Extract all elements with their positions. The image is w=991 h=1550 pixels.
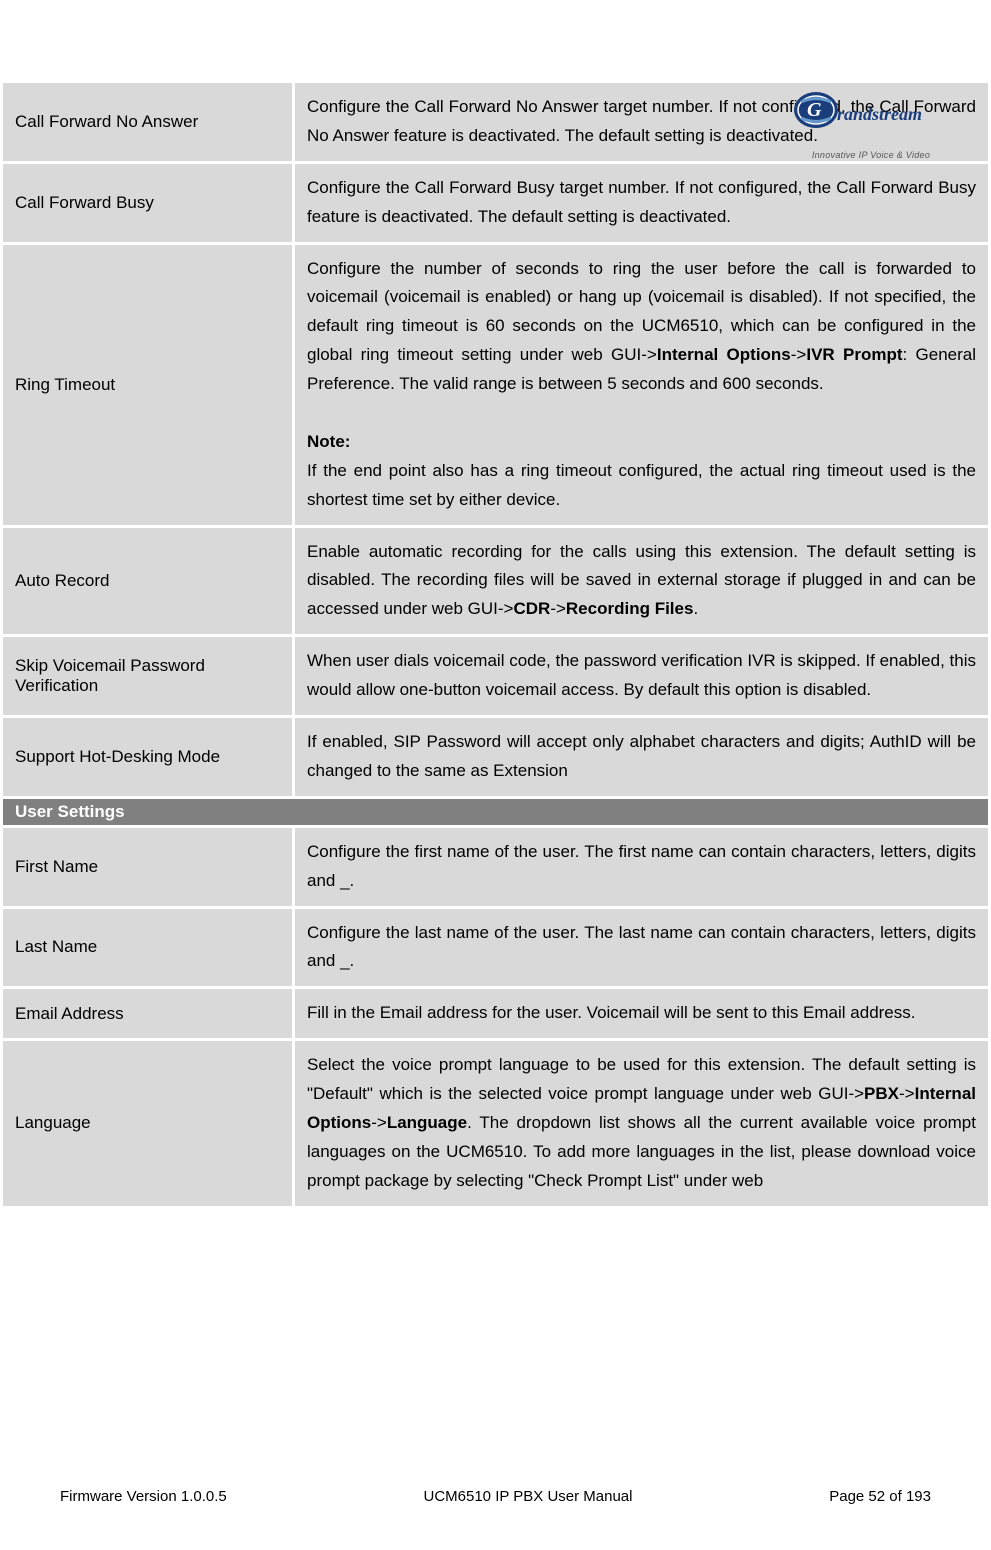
setting-label: Skip Voicemail Password Verification	[2, 636, 294, 717]
svg-text:randstream: randstream	[837, 104, 922, 124]
setting-description: Configure the number of seconds to ring …	[294, 243, 990, 526]
brand-logo: G randstream Innovative IP Voice & Video	[781, 90, 961, 150]
setting-description: Configure the first name of the user. Th…	[294, 826, 990, 907]
setting-label: Support Hot-Desking Mode	[2, 717, 294, 798]
setting-description: If enabled, SIP Password will accept onl…	[294, 717, 990, 798]
table-row: Support Hot-Desking ModeIf enabled, SIP …	[2, 717, 990, 798]
setting-label: Language	[2, 1040, 294, 1207]
setting-label: Call Forward Busy	[2, 162, 294, 243]
section-header-row: User Settings	[2, 797, 990, 826]
footer-title: UCM6510 IP PBX User Manual	[424, 1488, 633, 1505]
brand-tagline: Innovative IP Voice & Video	[781, 150, 961, 160]
setting-label: First Name	[2, 826, 294, 907]
setting-label: Call Forward No Answer	[2, 82, 294, 163]
settings-table: Call Forward No AnswerConfigure the Call…	[0, 80, 991, 1209]
section-header: User Settings	[2, 797, 990, 826]
setting-label: Auto Record	[2, 526, 294, 636]
footer-firmware: Firmware Version 1.0.0.5	[60, 1488, 227, 1505]
table-row: Ring TimeoutConfigure the number of seco…	[2, 243, 990, 526]
grandstream-logo-icon: G randstream	[781, 90, 961, 145]
setting-label: Ring Timeout	[2, 243, 294, 526]
setting-description: Configure the last name of the user. The…	[294, 907, 990, 988]
setting-description: Enable automatic recording for the calls…	[294, 526, 990, 636]
table-row: Last NameConfigure the last name of the …	[2, 907, 990, 988]
setting-label: Last Name	[2, 907, 294, 988]
setting-description: Select the voice prompt language to be u…	[294, 1040, 990, 1207]
table-row: Email AddressFill in the Email address f…	[2, 988, 990, 1040]
setting-description: When user dials voicemail code, the pass…	[294, 636, 990, 717]
setting-description: Configure the Call Forward Busy target n…	[294, 162, 990, 243]
setting-label: Email Address	[2, 988, 294, 1040]
footer-page: Page 52 of 193	[829, 1488, 931, 1505]
setting-description: Fill in the Email address for the user. …	[294, 988, 990, 1040]
table-row: Call Forward BusyConfigure the Call Forw…	[2, 162, 990, 243]
table-row: Auto RecordEnable automatic recording fo…	[2, 526, 990, 636]
table-row: LanguageSelect the voice prompt language…	[2, 1040, 990, 1207]
table-row: Skip Voicemail Password VerificationWhen…	[2, 636, 990, 717]
page-footer: Firmware Version 1.0.0.5 UCM6510 IP PBX …	[60, 1488, 931, 1505]
table-row: First NameConfigure the first name of th…	[2, 826, 990, 907]
svg-text:G: G	[807, 99, 822, 121]
